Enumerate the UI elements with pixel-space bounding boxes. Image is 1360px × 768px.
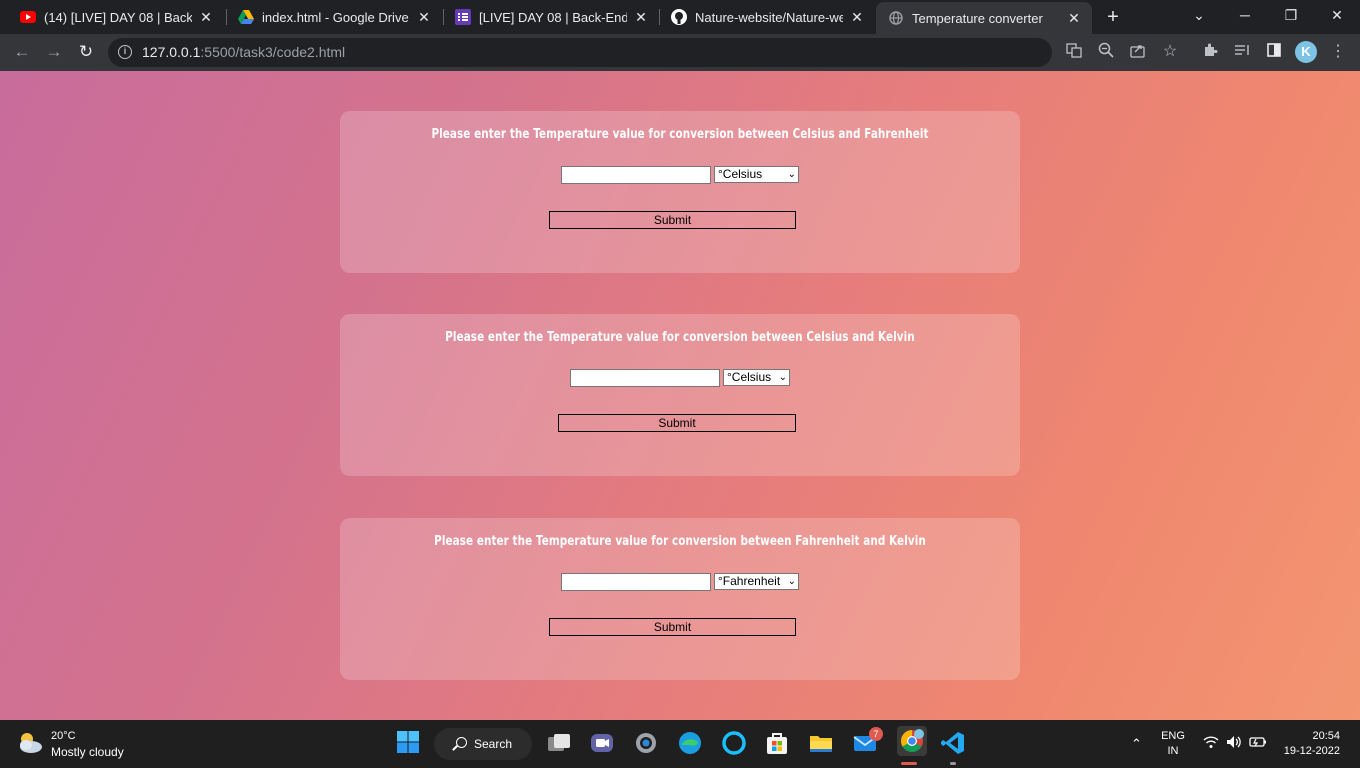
google-drive-icon	[238, 9, 254, 25]
clock-time[interactable]: 20:54	[1290, 730, 1360, 742]
new-tab-button[interactable]: +	[1100, 5, 1126, 29]
language-indicator[interactable]: ENG	[1158, 730, 1188, 742]
tab-title: [LIVE] DAY 08 | Back-End We	[479, 9, 627, 25]
unit-select-value: °Celsius	[727, 370, 772, 384]
chrome-icon[interactable]	[897, 726, 927, 756]
reload-icon[interactable]: ↻	[74, 40, 98, 64]
submit-button[interactable]: Submit	[549, 618, 796, 636]
tab-form[interactable]: [LIVE] DAY 08 | Back-End We ✕	[443, 0, 659, 34]
tab-github[interactable]: Nature-website/Nature-websi ✕	[659, 0, 875, 34]
weather-cloudy-icon[interactable]	[16, 730, 44, 756]
tab-title: (14) [LIVE] DAY 08 | Back-End	[44, 9, 192, 25]
celsius-kelvin-card: Please enter the Temperature value for c…	[340, 314, 1020, 476]
close-window-icon[interactable]: ✕	[1314, 0, 1360, 30]
tab-search-icon[interactable]: ⌄	[1176, 0, 1222, 30]
chevron-down-icon: ⌄	[787, 169, 796, 180]
kebab-menu-icon[interactable]: ⋮	[1328, 42, 1348, 62]
card-heading: Please enter the Temperature value for c…	[445, 330, 915, 345]
windows-taskbar: 20°C Mostly cloudy Search 7 ⌃ ENG IN 20:…	[0, 720, 1360, 768]
card-heading: Please enter the Temperature value for c…	[431, 127, 929, 142]
reading-list-icon[interactable]	[1232, 42, 1252, 62]
close-icon[interactable]: ✕	[849, 9, 865, 26]
back-icon[interactable]: ←	[10, 40, 34, 64]
teams-chat-icon[interactable]	[589, 730, 615, 756]
weather-temperature[interactable]: 20°C	[51, 730, 76, 742]
unit-select[interactable]: °Celsius ⌄	[723, 369, 790, 386]
temperature-input[interactable]	[561, 573, 711, 591]
tab-google-drive[interactable]: index.html - Google Drive ✕	[226, 0, 442, 34]
clock-date[interactable]: 19-12-2022	[1270, 745, 1360, 757]
browser-toolbar: ← → ↻ i 127.0.0.1:5500/task3/code2.html …	[0, 34, 1360, 71]
github-icon	[671, 9, 687, 25]
running-app-indicator	[950, 762, 956, 765]
chevron-down-icon: ⌄	[778, 372, 787, 383]
profile-avatar[interactable]: K	[1295, 41, 1317, 63]
translate-icon[interactable]	[1064, 42, 1084, 62]
share-icon[interactable]	[1128, 42, 1148, 62]
extensions-icon[interactable]	[1200, 42, 1220, 62]
submit-button[interactable]: Submit	[549, 211, 796, 229]
temperature-input[interactable]	[561, 166, 711, 184]
close-icon[interactable]: ✕	[198, 9, 214, 26]
unit-select-value: °Fahrenheit	[718, 574, 781, 588]
region-indicator[interactable]: IN	[1158, 745, 1188, 757]
microsoft-store-icon[interactable]	[764, 730, 790, 756]
unit-select[interactable]: °Fahrenheit ⌄	[714, 573, 799, 590]
youtube-icon	[20, 9, 36, 25]
card-heading: Please enter the Temperature value for c…	[434, 534, 926, 549]
tab-temperature-converter[interactable]: Temperature converter ✕	[876, 2, 1092, 34]
url-text[interactable]: 127.0.0.1:5500/task3/code2.html	[142, 44, 345, 60]
temperature-input[interactable]	[570, 369, 720, 387]
address-bar[interactable]: i 127.0.0.1:5500/task3/code2.html	[108, 38, 1052, 67]
globe-icon	[888, 10, 904, 26]
cortana-icon[interactable]	[721, 730, 747, 756]
site-info-icon[interactable]: i	[118, 45, 132, 59]
weather-description[interactable]: Mostly cloudy	[51, 745, 124, 759]
fahrenheit-kelvin-card: Please enter the Temperature value for c…	[340, 518, 1020, 680]
close-icon[interactable]: ✕	[633, 9, 649, 26]
edge-browser-icon[interactable]	[677, 730, 703, 756]
task-view-icon[interactable]	[546, 730, 572, 756]
bookmark-star-icon[interactable]: ☆	[1160, 42, 1180, 62]
submit-button[interactable]: Submit	[558, 414, 796, 432]
chevron-down-icon: ⌄	[787, 576, 796, 587]
settings-gear-icon[interactable]	[633, 730, 659, 756]
taskbar-search[interactable]: Search	[434, 728, 532, 760]
chevron-up-icon[interactable]: ⌃	[1131, 736, 1142, 752]
minimize-icon[interactable]: ─	[1222, 0, 1268, 30]
form-icon	[455, 9, 471, 25]
active-app-indicator	[901, 762, 917, 765]
unit-select[interactable]: °Celsius ⌄	[714, 166, 799, 183]
windows-start-icon[interactable]	[396, 730, 422, 756]
close-icon[interactable]: ✕	[1066, 10, 1082, 27]
wifi-icon[interactable]	[1203, 735, 1219, 752]
forward-icon[interactable]: →	[42, 40, 66, 64]
tab-title: Temperature converter	[912, 10, 1043, 26]
vscode-icon[interactable]	[940, 730, 966, 756]
celsius-fahrenheit-card: Please enter the Temperature value for c…	[340, 111, 1020, 273]
tab-title: Nature-website/Nature-websi	[695, 9, 843, 25]
search-icon	[456, 737, 467, 748]
tab-youtube[interactable]: (14) [LIVE] DAY 08 | Back-End ✕	[8, 0, 224, 34]
mail-notification-badge: 7	[869, 727, 883, 741]
unit-select-value: °Celsius	[718, 167, 763, 181]
close-icon[interactable]: ✕	[416, 9, 432, 26]
zoom-icon[interactable]	[1096, 42, 1116, 62]
tab-strip: (14) [LIVE] DAY 08 | Back-End ✕ index.ht…	[0, 0, 1360, 34]
search-label: Search	[474, 737, 513, 751]
volume-icon[interactable]	[1226, 735, 1242, 752]
tab-title: index.html - Google Drive	[262, 9, 409, 25]
file-explorer-icon[interactable]	[808, 730, 834, 756]
restore-icon[interactable]: ❐	[1268, 0, 1314, 30]
page-content: Please enter the Temperature value for c…	[0, 71, 1360, 720]
side-panel-icon[interactable]	[1264, 42, 1284, 62]
battery-icon[interactable]	[1249, 736, 1267, 751]
